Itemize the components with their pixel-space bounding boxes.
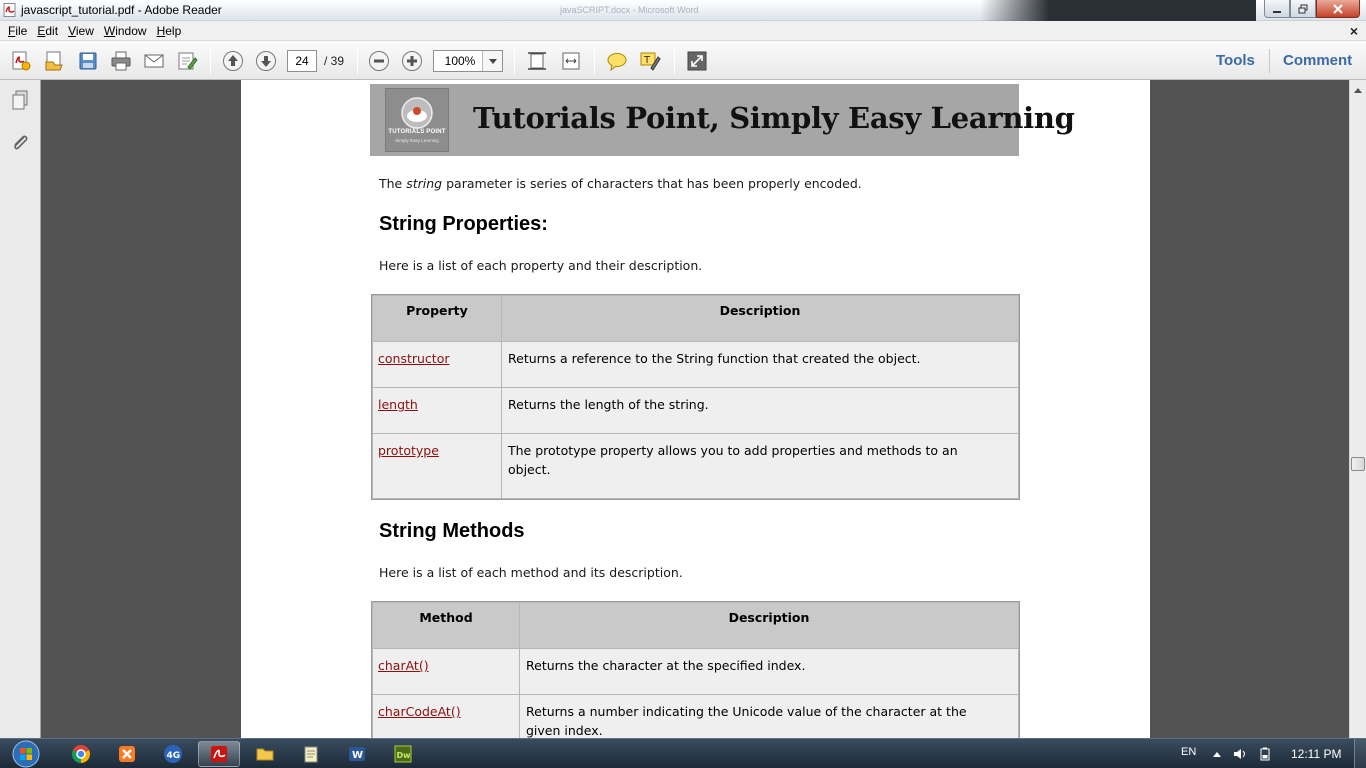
pdf-page: TUTORIALS POINT Simply Easy Learning Tut… — [241, 80, 1150, 738]
restore-button[interactable] — [1290, 0, 1316, 18]
menu-bar: File Edit View Window Help × — [0, 21, 1366, 41]
table-row: length Returns the length of the string. — [372, 387, 1019, 434]
table-header: Description — [501, 295, 1019, 342]
page-number-input[interactable]: 24 — [287, 50, 317, 72]
document-view[interactable]: TUTORIALS POINT Simply Easy Learning Tut… — [41, 80, 1349, 738]
scrollbar-thumb[interactable] — [1351, 457, 1365, 471]
notepad-icon[interactable] — [290, 741, 332, 767]
close-document-button[interactable]: × — [1350, 23, 1358, 39]
background-window-title: javaSCRIPT.docx - Microsoft Word — [560, 5, 699, 15]
taskbar: 4G W Dw EN 12:11 PM — [0, 738, 1366, 768]
word-icon[interactable]: W — [336, 741, 378, 767]
method-link[interactable]: charCodeAt() — [378, 704, 461, 719]
properties-table: Property Description constructor Returns… — [371, 294, 1020, 500]
section-intro-methods: Here is a list of each method and its de… — [379, 565, 683, 580]
navigation-pane — [0, 80, 41, 738]
table-row: charCodeAt() Returns a number indicating… — [372, 694, 1019, 738]
4g-icon[interactable]: 4G — [152, 741, 194, 767]
email-icon[interactable] — [142, 49, 166, 73]
vertical-scrollbar[interactable] — [1349, 80, 1366, 738]
page-thumbnails-icon[interactable] — [8, 88, 32, 112]
method-link[interactable]: charAt() — [378, 658, 429, 673]
table-header: Property — [372, 295, 502, 342]
table-header: Method — [372, 602, 520, 649]
table-row: prototype The prototype property allows … — [372, 433, 1019, 499]
show-hidden-icons-icon[interactable] — [1210, 747, 1224, 761]
zoom-out-icon[interactable] — [367, 49, 391, 73]
sticky-note-icon[interactable] — [605, 49, 629, 73]
table-header: Description — [519, 602, 1019, 649]
method-description: Returns the character at the specified i… — [519, 648, 1019, 695]
svg-text:T: T — [643, 55, 651, 66]
zoom-select[interactable]: 100% — [433, 50, 503, 72]
start-button[interactable] — [6, 739, 46, 768]
fit-width-icon[interactable] — [559, 49, 583, 73]
create-pdf-icon[interactable] — [9, 49, 33, 73]
section-heading-properties: String Properties: — [379, 213, 548, 235]
property-description: The prototype property allows you to add… — [501, 433, 1019, 499]
highlight-icon[interactable]: T — [638, 49, 662, 73]
menu-window[interactable]: Window — [99, 24, 152, 38]
explorer-icon[interactable] — [244, 741, 286, 767]
volume-icon[interactable] — [1233, 747, 1247, 761]
edit-pdf-icon[interactable] — [175, 49, 199, 73]
page-banner: TUTORIALS POINT Simply Easy Learning Tut… — [370, 84, 1075, 156]
menu-edit[interactable]: Edit — [32, 24, 63, 38]
system-clock[interactable]: 12:11 PM — [1291, 747, 1341, 761]
property-link[interactable]: length — [378, 397, 418, 412]
attachments-icon[interactable] — [8, 131, 32, 155]
chrome-icon[interactable] — [60, 741, 102, 767]
dreamweaver-icon[interactable]: Dw — [382, 741, 424, 767]
section-heading-methods: String Methods — [379, 520, 525, 542]
tools-pane-button[interactable]: Tools — [1216, 52, 1255, 69]
save-icon[interactable] — [76, 49, 100, 73]
property-description: Returns the length of the string. — [501, 387, 1019, 434]
intro-paragraph: The string parameter is series of charac… — [379, 176, 862, 191]
pdf-file-icon — [3, 3, 17, 17]
scroll-up-icon[interactable] — [1350, 82, 1366, 98]
adobe-reader-icon[interactable] — [198, 741, 240, 767]
banner-title: Tutorials Point, Simply Easy Learning — [473, 101, 1075, 135]
window-title: javascript_tutorial.pdf - Adobe Reader — [21, 3, 222, 17]
table-row: constructor Returns a reference to the S… — [372, 341, 1019, 388]
print-icon[interactable] — [109, 49, 133, 73]
window-controls — [1264, 0, 1360, 18]
method-description: Returns a number indicating the Unicode … — [519, 694, 1019, 738]
full-screen-icon[interactable] — [685, 49, 709, 73]
next-page-icon[interactable] — [254, 49, 278, 73]
property-link[interactable]: prototype — [378, 443, 439, 458]
minimize-button[interactable] — [1264, 0, 1290, 18]
language-indicator[interactable]: EN — [1181, 746, 1196, 758]
menu-file[interactable]: File — [3, 24, 32, 38]
show-desktop-button[interactable] — [1354, 739, 1366, 768]
zoom-in-icon[interactable] — [400, 49, 424, 73]
tutorials-point-logo: TUTORIALS POINT Simply Easy Learning — [385, 88, 449, 152]
menu-view[interactable]: View — [63, 24, 99, 38]
table-row: charAt() Returns the character at the sp… — [372, 648, 1019, 695]
section-intro-properties: Here is a list of each property and thei… — [379, 258, 703, 273]
zoom-value: 100% — [444, 54, 476, 68]
svg-text:W: W — [352, 750, 363, 761]
menu-help[interactable]: Help — [152, 24, 187, 38]
close-window-button[interactable] — [1316, 0, 1360, 18]
title-bar: javascript_tutorial.pdf - Adobe Reader j… — [0, 0, 1366, 21]
comment-pane-button[interactable]: Comment — [1283, 52, 1352, 69]
previous-page-icon[interactable] — [221, 49, 245, 73]
svg-text:4G: 4G — [167, 751, 181, 761]
open-file-icon[interactable] — [42, 49, 66, 73]
methods-table: Method Description charAt() Returns the … — [371, 601, 1020, 738]
page-total: / 39 — [324, 54, 345, 68]
property-link[interactable]: constructor — [378, 351, 449, 366]
battery-icon[interactable] — [1258, 747, 1272, 761]
property-description: Returns a reference to the String functi… — [501, 341, 1019, 388]
svg-text:Dw: Dw — [397, 751, 412, 760]
chevron-down-icon[interactable] — [482, 51, 502, 71]
toolbar: 24 / 39 100% T Tools Comment — [0, 41, 1366, 80]
xampp-icon[interactable] — [106, 741, 148, 767]
fit-page-icon[interactable] — [525, 49, 549, 73]
